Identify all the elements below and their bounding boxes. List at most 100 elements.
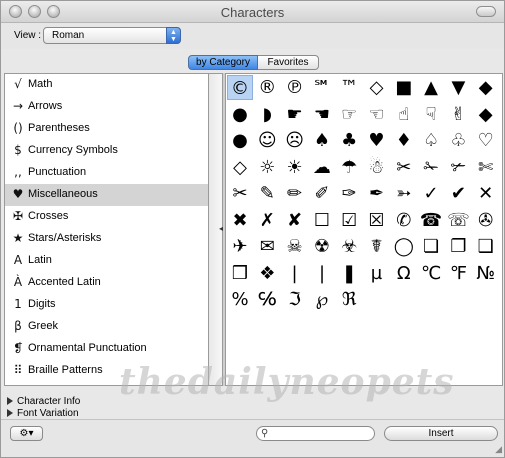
action-menu-button[interactable]: ⚙▾ — [10, 426, 43, 441]
character-glyph[interactable]: ☝ — [391, 102, 417, 127]
category-item[interactable]: ★ Stars/Asterisks — [5, 228, 208, 250]
character-glyph[interactable]: ✖ — [227, 208, 253, 233]
character-glyph[interactable]: ■ — [391, 75, 417, 100]
character-glyph[interactable]: ✐ — [309, 181, 335, 206]
character-glyph[interactable]: ☏ — [445, 208, 471, 233]
character-glyph[interactable]: № — [473, 261, 499, 286]
character-glyph[interactable]: ❘ — [309, 261, 335, 286]
category-item[interactable]: ♥ Miscellaneous — [5, 184, 208, 206]
character-glyph[interactable]: ☎ — [418, 208, 444, 233]
character-glyph[interactable]: ◇ — [227, 155, 253, 180]
character-glyph[interactable]: ♥ — [364, 128, 390, 153]
character-glyph[interactable]: ❐ — [445, 234, 471, 259]
character-glyph[interactable]: ☢ — [309, 234, 335, 259]
category-item[interactable]: A Latin — [5, 250, 208, 272]
category-item[interactable]: √ Math — [5, 74, 208, 96]
character-glyph[interactable]: ♦ — [391, 128, 417, 153]
character-glyph[interactable]: ✘ — [282, 208, 308, 233]
search-field[interactable]: ⚲ — [256, 426, 375, 441]
character-glyph[interactable]: ℅ — [254, 287, 280, 312]
character-glyph[interactable]: ☼ — [254, 155, 280, 180]
character-glyph[interactable]: ℗ — [282, 75, 308, 100]
character-glyph[interactable]: ♣ — [336, 128, 362, 153]
character-glyph[interactable]: ➳ — [391, 181, 417, 206]
category-item[interactable]: ✠ Crosses — [5, 206, 208, 228]
character-glyph[interactable]: ◇ — [364, 75, 390, 100]
character-glyph[interactable]: ☐ — [309, 208, 335, 233]
character-glyph[interactable]: ☤ — [364, 234, 390, 259]
character-glyph[interactable]: © — [227, 75, 253, 100]
character-glyph[interactable]: ◆ — [473, 75, 499, 100]
character-glyph[interactable]: ☁ — [309, 155, 335, 180]
character-glyph[interactable]: ☟ — [418, 102, 444, 127]
character-glyph[interactable]: ☺ — [254, 128, 280, 153]
character-glyph[interactable]: ℉ — [445, 261, 471, 286]
character-glyph[interactable]: ● — [227, 128, 253, 153]
character-info-disclosure[interactable]: Character Info — [7, 396, 80, 407]
character-glyph[interactable]: ✉ — [254, 234, 280, 259]
character-glyph[interactable]: ☠ — [282, 234, 308, 259]
character-glyph[interactable]: ❑ — [473, 234, 499, 259]
search-input[interactable] — [273, 428, 371, 439]
toolbar-toggle-button[interactable] — [476, 6, 496, 17]
character-glyph[interactable]: ✓ — [418, 181, 444, 206]
character-glyph[interactable]: ™ — [336, 75, 362, 100]
character-glyph[interactable]: ℑ — [282, 287, 308, 312]
character-glyph[interactable]: ▼ — [445, 75, 471, 100]
character-glyph[interactable]: ✇ — [473, 208, 499, 233]
character-glyph[interactable]: ◆ — [473, 102, 499, 127]
character-glyph[interactable]: ☚ — [309, 102, 335, 127]
character-glyph[interactable]: ☹ — [282, 128, 308, 153]
character-glyph[interactable]: ✆ — [391, 208, 417, 233]
category-item[interactable]: $ Currency Symbols — [5, 140, 208, 162]
character-glyph[interactable]: ☀ — [282, 155, 308, 180]
tab-by-category[interactable]: by Category — [188, 55, 258, 70]
character-glyph[interactable]: ♤ — [418, 128, 444, 153]
character-glyph[interactable]: ✑ — [336, 181, 362, 206]
character-glyph[interactable]: ❖ — [254, 261, 280, 286]
character-glyph[interactable]: ▲ — [418, 75, 444, 100]
character-glyph[interactable]: ✔ — [445, 181, 471, 206]
character-glyph[interactable]: ❏ — [418, 234, 444, 259]
character-glyph[interactable]: ℘ — [309, 287, 335, 312]
character-glyph[interactable]: ☒ — [364, 208, 390, 233]
character-glyph[interactable]: ☜ — [364, 102, 390, 127]
character-glyph[interactable]: ✂ — [391, 155, 417, 180]
character-glyph[interactable]: ℠ — [309, 75, 335, 100]
character-glyph[interactable]: ☞ — [336, 102, 362, 127]
character-glyph[interactable]: ❚ — [336, 261, 362, 286]
splitter-handle-icon[interactable]: ◂ — [219, 224, 223, 233]
category-item[interactable]: () Parentheses — [5, 118, 208, 140]
tab-favorites[interactable]: Favorites — [258, 55, 319, 70]
character-glyph[interactable]: ℜ — [336, 287, 362, 312]
category-item[interactable]: À Accented Latin — [5, 272, 208, 294]
character-glyph[interactable]: ☑ — [336, 208, 362, 233]
category-item[interactable]: ,, Punctuation — [5, 162, 208, 184]
character-glyph[interactable]: % — [227, 287, 253, 312]
character-glyph[interactable]: ✎ — [254, 181, 280, 206]
character-glyph[interactable]: | — [282, 261, 308, 286]
character-glyph[interactable]: ✂ — [227, 181, 253, 206]
character-glyph[interactable]: ✌ — [445, 102, 471, 127]
character-glyph[interactable]: ❒ — [227, 261, 253, 286]
character-glyph[interactable]: ☃ — [364, 155, 390, 180]
view-select[interactable]: Roman ▲ ▼ — [43, 27, 181, 44]
character-glyph[interactable]: ℃ — [418, 261, 444, 286]
character-glyph[interactable]: ✕ — [473, 181, 499, 206]
character-glyph[interactable]: ♠ — [309, 128, 335, 153]
character-glyph[interactable]: ✒ — [364, 181, 390, 206]
character-glyph[interactable]: ☛ — [282, 102, 308, 127]
category-item[interactable]: ❡ Ornamental Punctuation — [5, 338, 208, 360]
character-glyph[interactable]: ✏ — [282, 181, 308, 206]
character-glyph[interactable]: ◗ — [254, 102, 280, 127]
character-glyph[interactable]: Ω — [391, 261, 417, 286]
character-glyph[interactable]: ♡ — [473, 128, 499, 153]
character-glyph[interactable]: ✃ — [445, 155, 471, 180]
character-glyph[interactable]: ● — [227, 102, 253, 127]
character-glyph[interactable]: ◯ — [391, 234, 417, 259]
character-glyph[interactable]: ☣ — [336, 234, 362, 259]
font-variation-disclosure[interactable]: Font Variation — [7, 408, 79, 419]
character-glyph[interactable]: ☂ — [336, 155, 362, 180]
category-item[interactable]: → Arrows — [5, 96, 208, 118]
character-glyph[interactable]: ♧ — [445, 128, 471, 153]
